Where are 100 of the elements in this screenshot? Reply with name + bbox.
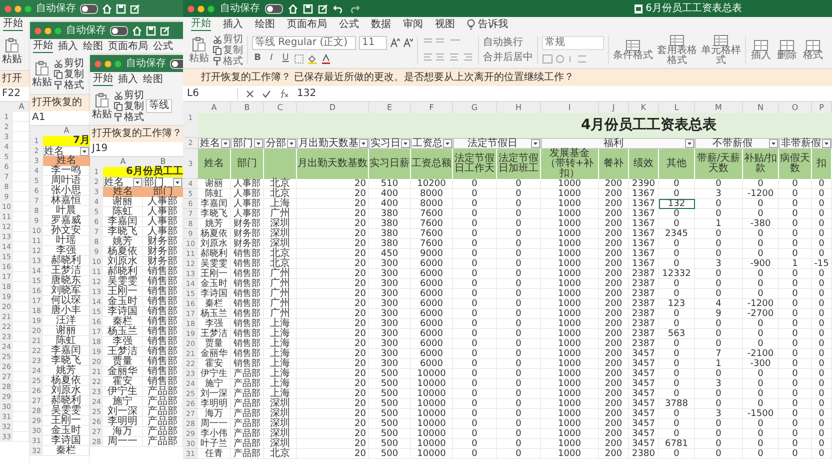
autosave-toggle[interactable] — [170, 58, 183, 68]
filter-dropdown-button[interactable] — [769, 139, 778, 148]
formula-field[interactable]: 132 — [297, 88, 832, 100]
window-controls-icon[interactable] — [34, 26, 62, 34]
ribbon-tab[interactable]: 页面布局 — [287, 18, 327, 30]
window-controls-icon[interactable] — [4, 4, 32, 12]
shrink-font-icon[interactable] — [403, 38, 413, 48]
name-box[interactable]: L6 — [183, 88, 238, 100]
clipboard-button[interactable]: 复制 — [54, 68, 84, 80]
edit-icon[interactable] — [318, 4, 328, 14]
paste-button[interactable]: 粘贴 — [92, 92, 112, 120]
ribbon-tab[interactable]: 插入 — [223, 18, 243, 30]
table-cell: 0 — [659, 209, 695, 219]
header-cell: 病假天数 — [779, 149, 812, 179]
ribbon-tab[interactable]: 插入 — [58, 40, 78, 52]
styles-button[interactable]: 单元格样式 — [701, 34, 741, 66]
clipboard-button[interactable]: 剪切 — [54, 58, 84, 68]
grow-font-icon[interactable] — [390, 38, 400, 48]
filter-dropdown-button[interactable] — [685, 139, 694, 148]
font-size-select[interactable]: 11 — [359, 36, 387, 50]
cells-button[interactable]: 插入 — [750, 40, 772, 60]
ribbon-tab[interactable]: 视图 — [435, 18, 455, 30]
filter-dropdown-button[interactable] — [80, 146, 89, 156]
autosave-toggle[interactable] — [80, 4, 98, 14]
font-color-icon[interactable] — [321, 54, 331, 64]
merge-center-button[interactable]: 合并后居中 — [483, 52, 533, 63]
format-button[interactable]: B — [252, 53, 263, 64]
filter-dropdown-button[interactable] — [173, 178, 182, 186]
clipboard-button[interactable]: 复制 — [114, 100, 144, 112]
filter-dropdown-button[interactable] — [359, 139, 368, 148]
table-cell: 20 — [297, 269, 369, 279]
save-icon[interactable] — [116, 4, 126, 14]
ribbon-tab[interactable]: 绘图 — [255, 18, 275, 30]
confirm-icon[interactable] — [262, 90, 271, 98]
wrap-text-button[interactable]: 自动换行 — [483, 37, 533, 48]
ribbon-tab[interactable]: 绘图 — [143, 74, 163, 86]
table-cell: 20 — [297, 339, 369, 349]
cells-button[interactable]: 格式 — [802, 40, 824, 60]
format-button[interactable]: U — [280, 53, 291, 64]
name-box[interactable]: J19 — [90, 143, 108, 155]
table-cell: 周一一 — [198, 419, 231, 429]
ribbon-tab[interactable]: 开始 — [33, 40, 53, 53]
ribbon-tab[interactable]: 页面布局 — [108, 40, 148, 52]
table-cell: 0 — [812, 409, 832, 419]
window-controls-icon[interactable] — [94, 60, 122, 68]
ribbon-tab[interactable]: 开始 — [93, 73, 113, 86]
ribbon-tab[interactable]: 审阅 — [403, 18, 423, 30]
edit-icon[interactable] — [130, 4, 140, 14]
styles-button[interactable]: 套用表格格式 — [657, 34, 697, 66]
format-button[interactable]: I — [266, 53, 277, 64]
filter-dropdown-button[interactable] — [401, 139, 410, 148]
autosave-toggle[interactable] — [265, 4, 283, 14]
function-icon[interactable] — [279, 89, 289, 98]
filter-dropdown-button[interactable] — [133, 178, 142, 186]
column-header: J — [599, 102, 629, 113]
autosave-toggle[interactable] — [110, 26, 128, 36]
undo-icon[interactable] — [333, 4, 344, 14]
paste-button[interactable]: 粘贴 — [189, 36, 209, 64]
ribbon-tab[interactable]: 开始 — [3, 18, 23, 31]
clipboard-button[interactable]: 格式 — [114, 112, 144, 122]
filter-dropdown-button[interactable] — [443, 139, 452, 148]
filter-dropdown-button[interactable] — [822, 139, 831, 148]
paste-button[interactable]: 粘贴 — [32, 60, 52, 88]
fill-color-icon[interactable] — [307, 54, 318, 64]
save-icon[interactable] — [146, 26, 156, 36]
clipboard-button[interactable]: 剪切 — [114, 90, 144, 100]
home-icon[interactable] — [288, 4, 298, 14]
home-icon[interactable] — [132, 26, 142, 36]
filter-dropdown-button[interactable] — [287, 139, 296, 148]
tell-me-button[interactable]: 告诉我 — [467, 18, 508, 30]
styles-button[interactable]: 条件格式 — [613, 40, 653, 60]
ribbon-tab[interactable]: 数据 — [371, 18, 391, 30]
edit-icon[interactable] — [160, 26, 170, 36]
clipboard-button[interactable]: 复制 — [213, 44, 243, 56]
ribbon-tab[interactable]: 绘图 — [83, 40, 103, 52]
table-cell: 0 — [779, 349, 812, 359]
ribbon-tab[interactable]: 公式 — [339, 18, 359, 30]
window-controls-icon[interactable] — [187, 4, 215, 12]
save-icon[interactable] — [303, 4, 313, 14]
clipboard-button[interactable]: 剪切 — [213, 34, 243, 44]
border-icon[interactable] — [294, 54, 304, 64]
clipboard-button[interactable]: 格式 — [213, 56, 243, 66]
table-cell: 20 — [297, 329, 369, 339]
name-box[interactable]: A1 — [30, 112, 46, 124]
filter-dropdown-button[interactable] — [221, 139, 230, 148]
ribbon-tab[interactable]: 插入 — [118, 74, 138, 86]
cancel-icon[interactable] — [246, 90, 254, 98]
header-cell: 其他 — [659, 149, 695, 179]
ribbon-tab[interactable]: 开始 — [191, 18, 211, 31]
number-format-select[interactable]: 常规 — [542, 36, 604, 50]
home-icon[interactable] — [102, 4, 112, 14]
font-select[interactable]: 等线 — [146, 99, 172, 113]
name-box[interactable]: F22 — [0, 88, 20, 100]
redo-icon[interactable] — [349, 4, 360, 14]
font-select[interactable]: 等线 Regular (正文) — [252, 36, 356, 50]
ribbon-tab[interactable]: 公式 — [153, 40, 173, 52]
filter-dropdown-button[interactable] — [531, 139, 540, 148]
cells-button[interactable]: 删除 — [776, 40, 798, 60]
clipboard-button[interactable]: 格式 — [54, 80, 84, 90]
filter-dropdown-button[interactable] — [254, 139, 263, 148]
